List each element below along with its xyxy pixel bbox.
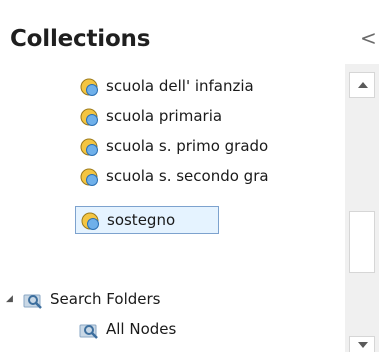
- collections-header: Collections <: [0, 0, 379, 64]
- tree-item-label: scuola primaria: [106, 107, 223, 125]
- tree-item-all-nodes[interactable]: All Nodes: [78, 314, 345, 344]
- tree-item-search-folders[interactable]: ◢ Search Folders: [0, 284, 345, 314]
- collection-icon: [80, 138, 98, 156]
- tree-item-label: scuola s. secondo gra: [106, 167, 269, 185]
- scroll-thumb[interactable]: [349, 211, 375, 273]
- tree-item-collection-1[interactable]: scuola primaria: [78, 101, 345, 131]
- scroll-down-button[interactable]: [349, 336, 375, 352]
- arrow-down-icon: [358, 342, 368, 348]
- tree-item-label: All Nodes: [106, 320, 177, 338]
- tree-item-label: Search Folders: [50, 290, 161, 308]
- collection-icon: [81, 212, 99, 230]
- collapse-panel-button[interactable]: <: [360, 26, 377, 50]
- search-folder-icon: [79, 324, 98, 339]
- tree-item-collection-2[interactable]: scuola s. primo grado: [78, 131, 345, 161]
- tree-item-label: scuola dell' infanzia: [106, 77, 254, 95]
- panel-title: Collections: [10, 26, 151, 52]
- collection-icon: [80, 168, 98, 186]
- arrow-up-icon: [358, 82, 368, 88]
- search-folder-icon: [23, 294, 42, 309]
- tree-item-collection-0[interactable]: scuola dell' infanzia: [78, 71, 345, 101]
- collection-icon: [80, 108, 98, 126]
- tree-item-collection-3[interactable]: scuola s. secondo gra: [78, 161, 345, 191]
- tree-item-label: scuola s. primo grado: [106, 137, 269, 155]
- vertical-scrollbar[interactable]: [345, 64, 379, 352]
- collections-tree: scuola dell' infanzia scuola primaria sc…: [0, 64, 345, 352]
- collection-icon: [80, 78, 98, 96]
- tree-item-collection-4[interactable]: sostegno: [75, 206, 219, 234]
- scroll-up-button[interactable]: [349, 72, 375, 98]
- tree-item-label: sostegno: [107, 211, 176, 229]
- expand-collapse-icon[interactable]: ◢: [6, 284, 13, 314]
